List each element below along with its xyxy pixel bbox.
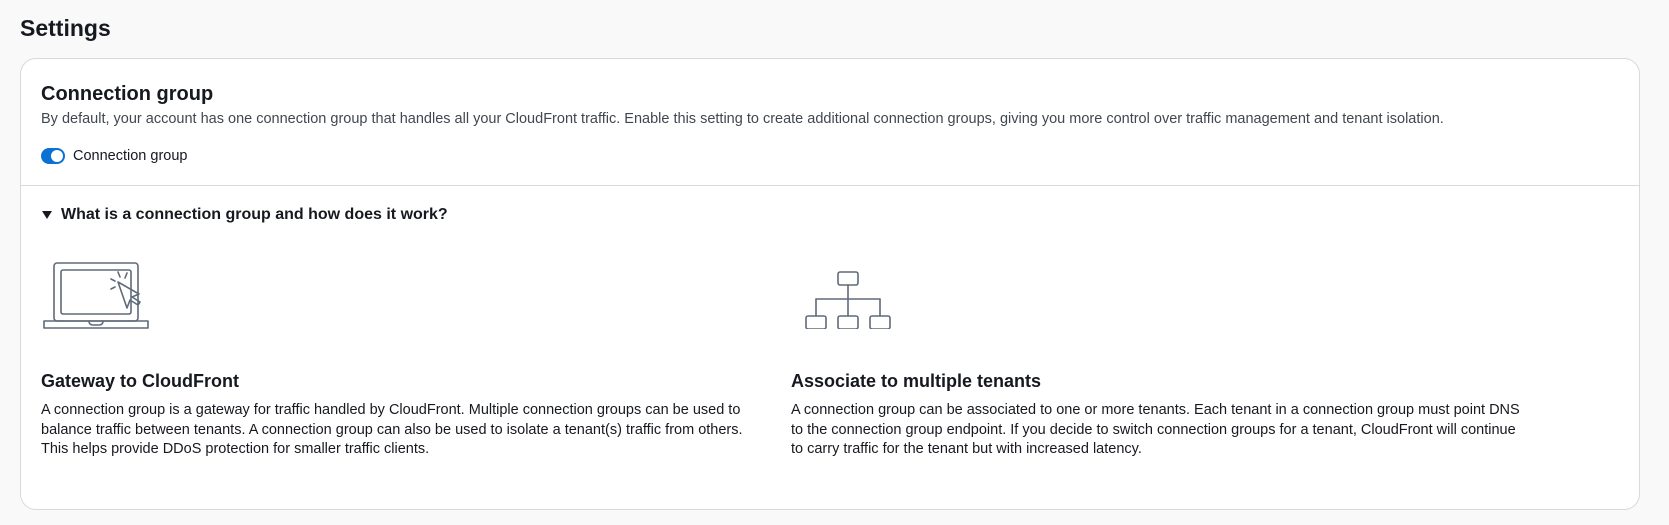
feature-description: A connection group is a gateway for traf… [41, 402, 743, 457]
expander-label: What is a connection group and how does … [61, 206, 448, 223]
section-description: By default, your account has one connect… [41, 111, 1444, 127]
toggle-knob [51, 150, 63, 162]
page-title: Settings [20, 15, 111, 41]
feature-title: Associate to multiple tenants [791, 371, 1042, 391]
connection-group-panel: Connection group By default, your accoun… [20, 58, 1640, 510]
feature-description: A connection group can be associated to … [791, 402, 1520, 457]
feature-title: Gateway to CloudFront [41, 371, 239, 391]
section-title: Connection group [41, 83, 214, 105]
laptop-cursor-icon [43, 262, 149, 329]
toggle-label: Connection group [73, 148, 188, 164]
connection-group-toggle[interactable] [41, 148, 65, 164]
panel-header: Connection group By default, your accoun… [21, 59, 1639, 186]
connection-group-toggle-row[interactable]: Connection group [41, 145, 187, 167]
settings-page: Settings Connection group By default, yo… [0, 0, 1669, 525]
hierarchy-icon [805, 271, 891, 329]
caret-down-icon [42, 211, 52, 219]
how-it-works-expander[interactable]: What is a connection group and how does … [41, 203, 448, 227]
